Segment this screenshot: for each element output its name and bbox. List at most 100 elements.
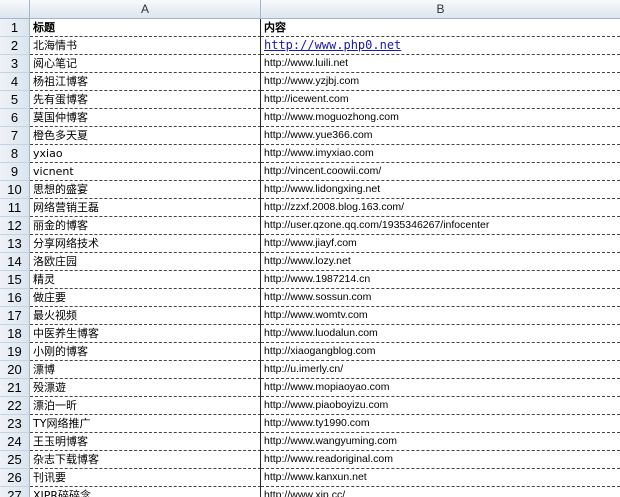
table-row: 3 阅心笔记 http://www.luili.net: [0, 55, 620, 73]
url-cell[interactable]: http://u.imerly.cn/: [261, 361, 620, 379]
table-row: 16 做庄要 http://www.sossun.com: [0, 289, 620, 307]
title-cell[interactable]: 精灵: [30, 271, 261, 289]
title-cell[interactable]: 洛欧庄园: [30, 253, 261, 271]
title-cell[interactable]: 橙色多天夏: [30, 127, 261, 145]
row-number[interactable]: 18: [0, 325, 30, 343]
column-header-b[interactable]: B: [261, 0, 620, 19]
row-number[interactable]: 26: [0, 469, 30, 487]
url-cell[interactable]: http://zzxf.2008.blog.163.com/: [261, 199, 620, 217]
row-number[interactable]: 20: [0, 361, 30, 379]
title-cell[interactable]: 做庄要: [30, 289, 261, 307]
title-cell[interactable]: yxiao: [30, 145, 261, 163]
row-number[interactable]: 25: [0, 451, 30, 469]
url-cell[interactable]: http://www.mopiaoyao.com: [261, 379, 620, 397]
title-cell[interactable]: TY网络推广: [30, 415, 261, 433]
url-cell[interactable]: http://www.piaoboyizu.com: [261, 397, 620, 415]
title-cell[interactable]: 杂志下载博客: [30, 451, 261, 469]
title-cell[interactable]: 先有蛋博客: [30, 91, 261, 109]
table-row: 18 中医养生博客 http://www.luodalun.com: [0, 325, 620, 343]
table-row: 23 TY网络推广 http://www.ty1990.com: [0, 415, 620, 433]
table-row: 11 网络营销王磊 http://zzxf.2008.blog.163.com/: [0, 199, 620, 217]
title-cell[interactable]: 刊讯要: [30, 469, 261, 487]
table-row: 2 北海情书 http://www.php0.net: [0, 37, 620, 55]
row-number[interactable]: 7: [0, 127, 30, 145]
url-cell[interactable]: http://www.yzjbj.com: [261, 73, 620, 91]
url-cell[interactable]: http://www.xjp.cc/: [261, 487, 620, 497]
table-row: 5 先有蛋博客 http://icewent.com: [0, 91, 620, 109]
row-number[interactable]: 13: [0, 235, 30, 253]
url-cell[interactable]: http://www.yue366.com: [261, 127, 620, 145]
table-row: 26 刊讯要 http://www.kanxun.net: [0, 469, 620, 487]
url-cell[interactable]: http://www.sossun.com: [261, 289, 620, 307]
table-row: 13 分享网络技术 http://www.jiayf.com: [0, 235, 620, 253]
url-cell[interactable]: http://www.moguozhong.com: [261, 109, 620, 127]
row-number[interactable]: 11: [0, 199, 30, 217]
row-number[interactable]: 14: [0, 253, 30, 271]
url-cell[interactable]: http://www.lidongxing.net: [261, 181, 620, 199]
title-cell[interactable]: 思想的盛宴: [30, 181, 261, 199]
title-cell[interactable]: 北海情书: [30, 37, 261, 55]
title-cell[interactable]: 中医养生博客: [30, 325, 261, 343]
row-number[interactable]: 10: [0, 181, 30, 199]
url-cell[interactable]: http://icewent.com: [261, 91, 620, 109]
table-row: 6 莫国仲博客 http://www.moguozhong.com: [0, 109, 620, 127]
row-number[interactable]: 16: [0, 289, 30, 307]
row-number[interactable]: 27: [0, 487, 30, 497]
url-cell[interactable]: http://www.wangyuming.com: [261, 433, 620, 451]
url-cell[interactable]: http://www.readoriginal.com: [261, 451, 620, 469]
row-number[interactable]: 19: [0, 343, 30, 361]
title-cell[interactable]: 漂博: [30, 361, 261, 379]
row-number[interactable]: 4: [0, 73, 30, 91]
url-cell[interactable]: http://user.qzone.qq.com/1935346267/info…: [261, 217, 620, 235]
table-row: 17 最火视频 http://www.womtv.com: [0, 307, 620, 325]
url-cell[interactable]: http://xiaogangblog.com: [261, 343, 620, 361]
row-number[interactable]: 15: [0, 271, 30, 289]
table-row: 27 XJPR碎碎念 http://www.xjp.cc/: [0, 487, 620, 497]
title-cell[interactable]: 杨祖江博客: [30, 73, 261, 91]
row-number[interactable]: 24: [0, 433, 30, 451]
title-cell[interactable]: 漂泊一昕: [30, 397, 261, 415]
title-cell[interactable]: 阅心笔记: [30, 55, 261, 73]
url-cell[interactable]: http://www.1987214.cn: [261, 271, 620, 289]
title-cell[interactable]: 最火视频: [30, 307, 261, 325]
url-cell[interactable]: http://www.luodalun.com: [261, 325, 620, 343]
title-cell[interactable]: 小刚的博客: [30, 343, 261, 361]
url-cell[interactable]: http://www.php0.net: [261, 37, 620, 55]
title-cell[interactable]: XJPR碎碎念: [30, 487, 261, 497]
url-cell[interactable]: http://www.lozy.net: [261, 253, 620, 271]
title-cell[interactable]: vicnent: [30, 163, 261, 181]
table-row: 22 漂泊一昕 http://www.piaoboyizu.com: [0, 397, 620, 415]
header-cell-content[interactable]: 内容: [261, 19, 620, 37]
row-number[interactable]: 2: [0, 37, 30, 55]
table-row: 9 vicnent http://vincent.coowii.com/: [0, 163, 620, 181]
title-cell[interactable]: 网络营销王磊: [30, 199, 261, 217]
select-all-corner[interactable]: [0, 0, 30, 19]
row-number[interactable]: 3: [0, 55, 30, 73]
url-cell[interactable]: http://www.ty1990.com: [261, 415, 620, 433]
row-number[interactable]: 12: [0, 217, 30, 235]
title-cell[interactable]: 丽金的博客: [30, 217, 261, 235]
title-cell[interactable]: 莫国仲博客: [30, 109, 261, 127]
row-number[interactable]: 17: [0, 307, 30, 325]
url-cell[interactable]: http://www.luili.net: [261, 55, 620, 73]
title-cell[interactable]: 殁漂遊: [30, 379, 261, 397]
row-number[interactable]: 6: [0, 109, 30, 127]
row-number[interactable]: 1: [0, 19, 30, 37]
table-row: 21 殁漂遊 http://www.mopiaoyao.com: [0, 379, 620, 397]
row-number[interactable]: 5: [0, 91, 30, 109]
row-number[interactable]: 8: [0, 145, 30, 163]
row-number[interactable]: 23: [0, 415, 30, 433]
row-number[interactable]: 21: [0, 379, 30, 397]
url-cell[interactable]: http://www.womtv.com: [261, 307, 620, 325]
row-number[interactable]: 9: [0, 163, 30, 181]
url-cell[interactable]: http://www.imyxiao.com: [261, 145, 620, 163]
title-cell[interactable]: 分享网络技术: [30, 235, 261, 253]
row-number[interactable]: 22: [0, 397, 30, 415]
column-header-a[interactable]: A: [30, 0, 261, 19]
table-row: 10 思想的盛宴 http://www.lidongxing.net: [0, 181, 620, 199]
url-cell[interactable]: http://www.kanxun.net: [261, 469, 620, 487]
title-cell[interactable]: 王玉明博客: [30, 433, 261, 451]
header-cell-title[interactable]: 标题: [30, 19, 261, 37]
url-cell[interactable]: http://www.jiayf.com: [261, 235, 620, 253]
url-cell[interactable]: http://vincent.coowii.com/: [261, 163, 620, 181]
